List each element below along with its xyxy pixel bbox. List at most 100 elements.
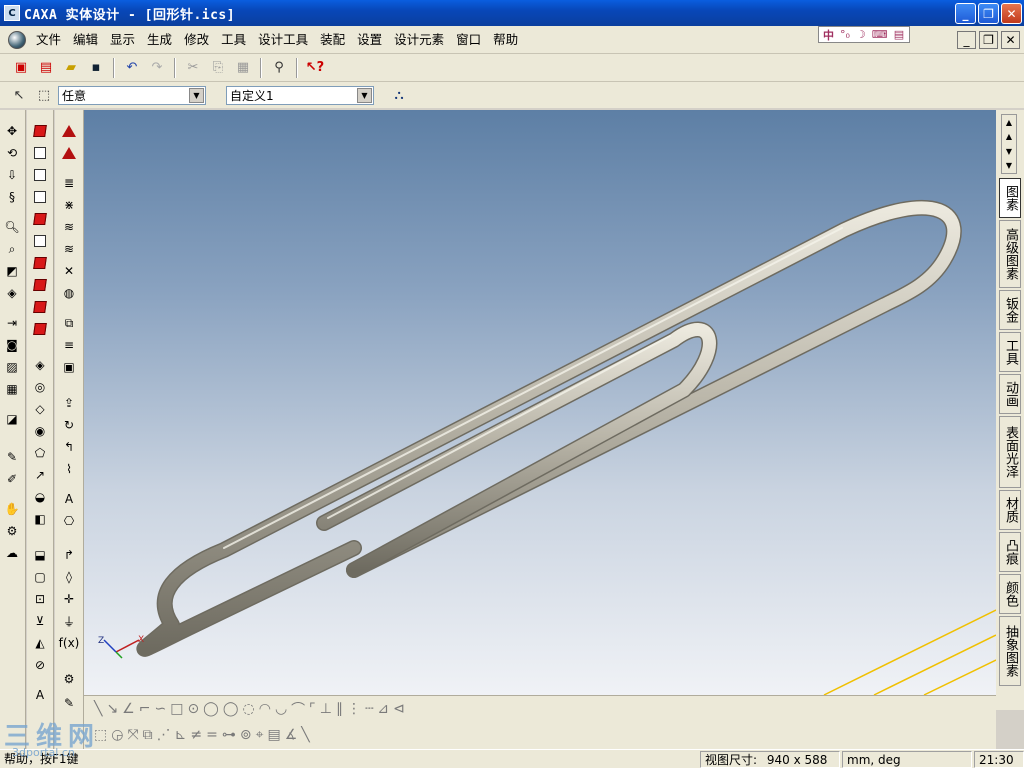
tab-abstract-primitives[interactable]: 抽象图素 [999, 616, 1021, 686]
shell-icon[interactable] [31, 210, 49, 228]
menu-design-elements[interactable]: 设计元素 [388, 30, 450, 50]
arrow-turn-icon[interactable]: ↱ [60, 546, 78, 564]
paperclip-model[interactable]: X Z [84, 110, 997, 696]
variable-icon[interactable]: ⚙ [60, 670, 78, 688]
menu-help[interactable]: 帮助 [487, 30, 524, 50]
ruled-surface-icon[interactable]: ◇ [31, 400, 49, 418]
walk-icon[interactable]: ⇩ [3, 166, 21, 184]
look-at-icon[interactable]: ⇥ [3, 314, 21, 332]
menu-settings[interactable]: 设置 [351, 30, 388, 50]
blend-surface-icon[interactable]: ◧ [31, 510, 49, 528]
design-icon[interactable]: ✎ [60, 694, 78, 712]
tab-surface-finish[interactable]: 表面光泽 [999, 416, 1021, 488]
pan-icon[interactable]: ✥ [3, 122, 21, 140]
face-offset-icon[interactable] [60, 144, 78, 162]
curve-surface-icon[interactable]: ↗ [31, 466, 49, 484]
view-point-icon[interactable]: ◩ [3, 262, 21, 280]
first-icon[interactable]: ▲ [1006, 118, 1012, 127]
paint-icon[interactable]: ✐ [3, 470, 21, 488]
sketch-icon[interactable]: ⬓ [31, 546, 49, 564]
mesh-surface-icon[interactable]: ◒ [31, 488, 49, 506]
maximize-button[interactable]: ❐ [978, 3, 999, 24]
upload-icon[interactable]: ⇪ [60, 394, 78, 412]
revolve-surface-icon[interactable]: ◉ [31, 422, 49, 440]
open-folder-icon[interactable]: ▰ [60, 57, 82, 79]
ime-moon-icon[interactable]: ☽ [856, 28, 866, 41]
split-icon[interactable] [31, 298, 49, 316]
context-help-icon[interactable]: ↖? [304, 57, 326, 79]
prev-icon[interactable]: ▲ [1006, 132, 1012, 141]
chamfer-icon[interactable] [31, 232, 49, 250]
doc-close-button[interactable]: ✕ [1001, 31, 1020, 49]
menu-edit[interactable]: 编辑 [67, 30, 104, 50]
tab-sheet-metal[interactable]: 钣金 [999, 290, 1021, 330]
layer-edit-icon[interactable]: ⋇ [60, 196, 78, 214]
ime-punct-icon[interactable]: °₀ [840, 28, 850, 41]
chevron-down-icon[interactable]: ▼ [189, 87, 204, 103]
doc-minimize-button[interactable]: _ [957, 31, 976, 49]
ime-toolbar[interactable]: 中 °₀ ☽ ⌨ ▤ [818, 26, 910, 43]
tab-color[interactable]: 颜色 [999, 574, 1021, 614]
fillet-icon[interactable] [31, 254, 49, 272]
draft-icon[interactable] [31, 276, 49, 294]
surface-icon[interactable]: ◈ [31, 356, 49, 374]
new-drawing-icon[interactable]: ▤ [35, 57, 57, 79]
menu-assembly[interactable]: 装配 [314, 30, 351, 50]
menu-window[interactable]: 窗口 [450, 30, 487, 50]
design-viewport[interactable]: X Z [84, 110, 997, 696]
menu-design-tools[interactable]: 设计工具 [252, 30, 314, 50]
last-icon[interactable]: ▼ [1006, 161, 1012, 170]
text-icon[interactable]: A [31, 686, 49, 704]
bend-icon[interactable]: ↰ [60, 438, 78, 456]
select-arrow-icon[interactable]: ↖ [8, 84, 30, 106]
undo-icon[interactable]: ↶ [121, 57, 143, 79]
copy-icon[interactable]: ⎘ [207, 57, 229, 79]
cross-icon[interactable]: ✛ [60, 590, 78, 608]
cut-icon[interactable]: ✂ [182, 57, 204, 79]
menu-modify[interactable]: 修改 [178, 30, 215, 50]
catalog-nav[interactable]: ▲ ▲ ▼ ▼ [1001, 114, 1017, 174]
zoom-window-icon[interactable]: ⌕ [3, 240, 21, 258]
design-tree-icon[interactable]: ⛬ [388, 84, 410, 106]
close-button[interactable]: ✕ [1001, 3, 1022, 24]
fit-all-icon[interactable]: ◈ [3, 284, 21, 302]
rectangle-icon[interactable]: ▢ [31, 568, 49, 586]
loft-icon[interactable] [31, 188, 49, 206]
tab-primitives[interactable]: 图素 [999, 178, 1021, 218]
rotate-arrow-icon[interactable]: ↻ [60, 416, 78, 434]
sweep-icon[interactable] [31, 166, 49, 184]
camera-icon[interactable]: ◙ [3, 336, 21, 354]
menu-tools[interactable]: 工具 [215, 30, 252, 50]
tab-advanced-primitives[interactable]: 高级图素 [999, 220, 1021, 288]
ime-menu-icon[interactable]: ▤ [894, 28, 904, 41]
redo-icon[interactable]: ↷ [146, 57, 168, 79]
orbit-icon[interactable]: ⟲ [3, 144, 21, 162]
find-icon[interactable]: ⚲ [268, 57, 290, 79]
config-dropdown[interactable]: 自定义1 ▼ [226, 85, 374, 105]
select-box-icon[interactable]: ⬚ [33, 84, 55, 106]
render-icon[interactable]: ▦ [3, 380, 21, 398]
light-icon[interactable]: ▨ [3, 358, 21, 376]
twist-icon[interactable]: ⌇ [60, 460, 78, 478]
paste-icon[interactable]: ▦ [232, 57, 254, 79]
extrude-icon[interactable] [31, 122, 49, 140]
stamp-icon[interactable]: ⎔ [60, 512, 78, 530]
tab-animation[interactable]: 动画 [999, 374, 1021, 414]
letter-a-icon[interactable]: A [60, 490, 78, 508]
patch-icon[interactable]: ◎ [31, 378, 49, 396]
dynamic-rotate-icon[interactable]: § [3, 188, 21, 206]
save-icon[interactable]: ▪ [85, 57, 107, 79]
layer-icon[interactable]: ≣ [60, 174, 78, 192]
rotate-feature-icon[interactable] [31, 144, 49, 162]
circle-slash-icon[interactable]: ⊘ [31, 656, 49, 674]
document-icon[interactable] [8, 30, 26, 49]
shape-icon[interactable]: ◊ [60, 568, 78, 586]
plane-icon[interactable]: ⏚ [60, 612, 78, 630]
new-design-icon[interactable]: ▣ [10, 57, 32, 79]
chevron-down-icon[interactable]: ▼ [357, 87, 372, 103]
menu-display[interactable]: 显示 [104, 30, 141, 50]
tab-emboss[interactable]: 凸痕 [999, 532, 1021, 572]
section-icon[interactable]: ◭ [31, 634, 49, 652]
formula-icon[interactable]: f(x) [59, 634, 80, 652]
face-move-icon[interactable] [60, 122, 78, 140]
